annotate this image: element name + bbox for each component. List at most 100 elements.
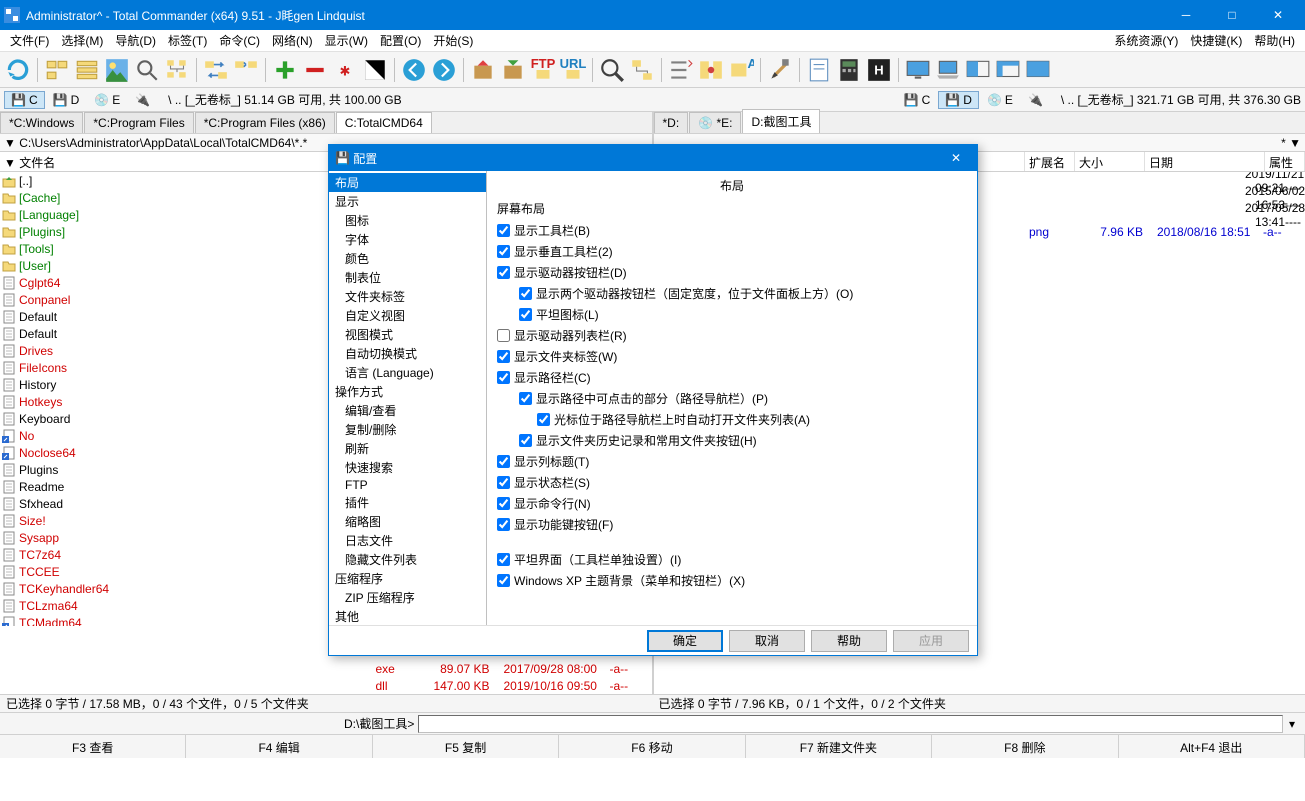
checkbox-input[interactable]: [497, 329, 510, 342]
select-all-icon[interactable]: ✱: [331, 56, 359, 84]
checkbox-option[interactable]: 平坦图标(L): [497, 304, 967, 325]
tree-item[interactable]: 布局: [329, 173, 486, 192]
checkbox-input[interactable]: [519, 287, 532, 300]
checkbox-option[interactable]: 显示两个驱动器按钮栏（固定宽度，位于文件面板上方）(O): [497, 283, 967, 304]
tree-item[interactable]: 操作方式: [329, 382, 486, 401]
checkbox-input[interactable]: [519, 392, 532, 405]
menu-sysres[interactable]: 系统资源(Y): [1108, 30, 1184, 51]
laptop-icon[interactable]: [934, 56, 962, 84]
forward-icon[interactable]: [430, 56, 458, 84]
checkbox-input[interactable]: [497, 497, 510, 510]
search-icon[interactable]: [133, 56, 161, 84]
url-icon[interactable]: URL: [559, 56, 587, 84]
rtab-screenshot[interactable]: D:截图工具: [742, 109, 820, 133]
checkbox-option[interactable]: 显示功能键按钮(F): [497, 514, 967, 535]
checkbox-input[interactable]: [497, 455, 510, 468]
menu-cmd[interactable]: 命令(C): [213, 30, 266, 51]
panel3-icon[interactable]: [1024, 56, 1052, 84]
maximize-button[interactable]: □: [1209, 0, 1255, 30]
sync-icon[interactable]: [202, 56, 230, 84]
tree-item[interactable]: 显示: [329, 192, 486, 211]
thumb-view-icon[interactable]: [103, 56, 131, 84]
f6-move[interactable]: F6 移动: [559, 735, 745, 758]
f4-edit[interactable]: F4 编辑: [186, 735, 372, 758]
f5-copy[interactable]: F5 复制: [373, 735, 559, 758]
dialog-close-button[interactable]: ✕: [941, 151, 971, 165]
tree-item[interactable]: 视图模式: [329, 325, 486, 344]
tab-progfiles[interactable]: *C:Program Files: [84, 112, 193, 133]
cancel-button[interactable]: 取消: [729, 630, 805, 652]
pack-icon[interactable]: [469, 56, 497, 84]
checkbox-option[interactable]: 显示路径中可点击的部分（路径导航栏）(P): [497, 388, 967, 409]
file-row[interactable]: dll147.00 KB2019/10/16 09:50-a--: [0, 677, 652, 694]
tree-item[interactable]: 刷新: [329, 439, 486, 458]
checkbox-input[interactable]: [497, 245, 510, 258]
file-row[interactable]: exe89.07 KB2017/09/28 08:00-a--: [0, 660, 652, 677]
cmd-dropdown-icon[interactable]: ▾: [1283, 717, 1301, 731]
f3-view[interactable]: F3 查看: [0, 735, 186, 758]
checkbox-input[interactable]: [497, 518, 510, 531]
tree-item[interactable]: 插件: [329, 493, 486, 512]
menu-nav[interactable]: 导航(D): [109, 30, 162, 51]
checkbox-option[interactable]: 平坦界面（工具栏单独设置）(I): [497, 549, 967, 570]
checkbox-input[interactable]: [497, 224, 510, 237]
checkbox-input[interactable]: [519, 308, 532, 321]
refresh-icon[interactable]: [4, 56, 32, 84]
tree-item[interactable]: 文件夹标签: [329, 287, 486, 306]
unpack-icon[interactable]: [499, 56, 527, 84]
close-button[interactable]: ✕: [1255, 0, 1301, 30]
tree-item[interactable]: 颜色: [329, 249, 486, 268]
tab-windows[interactable]: *C:Windows: [0, 112, 83, 133]
tree-item[interactable]: 缩略图: [329, 512, 486, 531]
menu-config[interactable]: 配置(O): [374, 30, 427, 51]
find-icon[interactable]: [598, 56, 626, 84]
hex-icon[interactable]: H: [865, 56, 893, 84]
brief-view-icon[interactable]: [43, 56, 71, 84]
checkbox-input[interactable]: [497, 266, 510, 279]
drive-d-right[interactable]: 💾 D: [938, 91, 979, 109]
tree-item[interactable]: 编辑/查看: [329, 401, 486, 420]
apply-button[interactable]: 应用: [893, 630, 969, 652]
tree-item[interactable]: 其他: [329, 607, 486, 625]
select-minus-icon[interactable]: [301, 56, 329, 84]
panel2-icon[interactable]: [994, 56, 1022, 84]
multirename-icon[interactable]: [667, 56, 695, 84]
checkbox-option[interactable]: 显示文件夹标签(W): [497, 346, 967, 367]
options-icon[interactable]: [766, 56, 794, 84]
invert-sel-icon[interactable]: [361, 56, 389, 84]
desktop-icon[interactable]: [904, 56, 932, 84]
drive-c-right[interactable]: 💾 C: [897, 91, 938, 109]
tree-item[interactable]: 日志文件: [329, 531, 486, 550]
notepad-icon[interactable]: [805, 56, 833, 84]
checkbox-input[interactable]: [497, 574, 510, 587]
checkbox-option[interactable]: 显示垂直工具栏(2): [497, 241, 967, 262]
checkbox-input[interactable]: [497, 371, 510, 384]
tree-item[interactable]: FTP: [329, 477, 486, 493]
checkbox-option[interactable]: Windows XP 主题背景（菜单和按钮栏）(X): [497, 570, 967, 591]
ftp-icon[interactable]: FTP: [529, 56, 557, 84]
rtab-d[interactable]: *D:: [654, 112, 689, 133]
drive-net-left[interactable]: 🔌: [128, 91, 157, 109]
tree-item[interactable]: ZIP 压缩程序: [329, 588, 486, 607]
config-tree[interactable]: 布局显示图标字体颜色制表位文件夹标签自定义视图视图模式自动切换模式语言 (Lan…: [329, 171, 487, 625]
tab-progfiles86[interactable]: *C:Program Files (x86): [195, 112, 335, 133]
checkbox-option[interactable]: 显示路径栏(C): [497, 367, 967, 388]
ok-button[interactable]: 确定: [647, 630, 723, 652]
dirsize-icon[interactable]: A: [727, 56, 755, 84]
menu-hotkey[interactable]: 快捷键(K): [1184, 30, 1248, 51]
tree-item[interactable]: 自定义视图: [329, 306, 486, 325]
checkbox-option[interactable]: 显示工具栏(B): [497, 220, 967, 241]
cmd-input[interactable]: [418, 715, 1283, 733]
checkbox-option[interactable]: 显示列标题(T): [497, 451, 967, 472]
help-button[interactable]: 帮助: [811, 630, 887, 652]
menu-show[interactable]: 显示(W): [319, 30, 374, 51]
checkbox-option[interactable]: 显示驱动器列表栏(R): [497, 325, 967, 346]
drive-net-right[interactable]: 🔌: [1021, 91, 1050, 109]
menu-select[interactable]: 选择(M): [55, 30, 109, 51]
rtab-e[interactable]: 💿 *E:: [689, 112, 741, 133]
tab-totalcmd[interactable]: C:TotalCMD64: [336, 112, 432, 133]
panel1-icon[interactable]: [964, 56, 992, 84]
tree-item[interactable]: 语言 (Language): [329, 363, 486, 382]
minimize-button[interactable]: ─: [1163, 0, 1209, 30]
back-icon[interactable]: [400, 56, 428, 84]
